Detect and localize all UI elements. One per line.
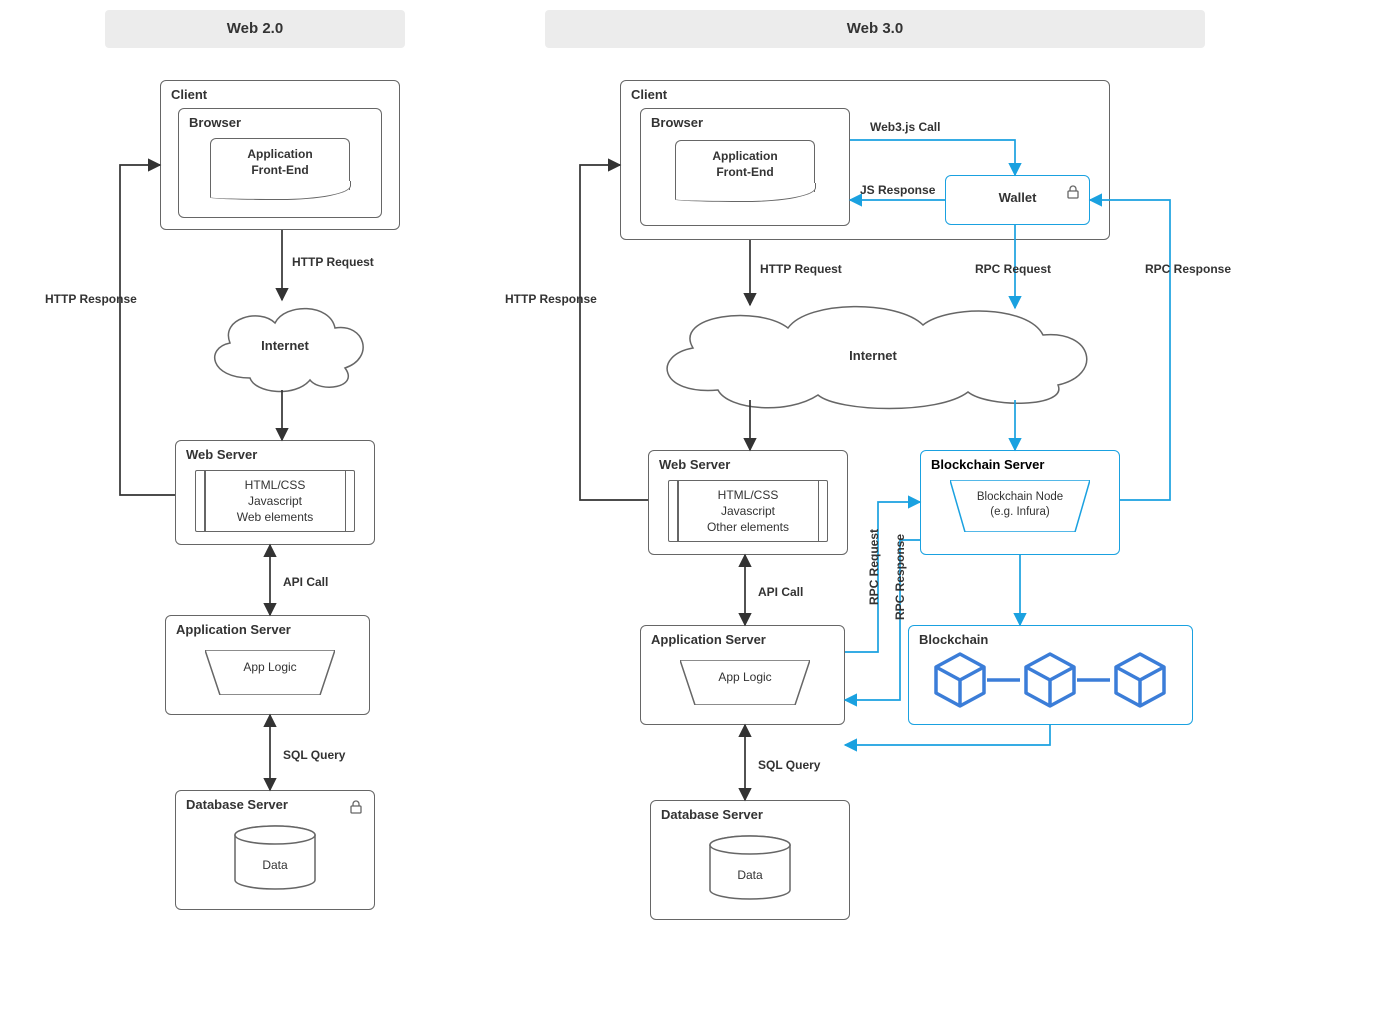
w3-browser-title: Browser <box>651 115 703 130</box>
w2-browser-title: Browser <box>189 115 241 130</box>
lock-icon <box>1065 184 1081 200</box>
lock-icon <box>348 799 364 815</box>
w2-http-req-label: HTTP Request <box>292 255 374 269</box>
w3-client-title: Client <box>631 87 667 102</box>
header-web2-label: Web 2.0 <box>227 20 283 37</box>
diagram-canvas: Web 2.0 Web 3.0 Client Browser Applicati… <box>0 0 1400 1015</box>
w3-appserver-title: Application Server <box>651 632 766 647</box>
w3-bcnode-trap: Blockchain Node (e.g. Infura) <box>950 480 1090 532</box>
w2-frontend-doc: Application Front-End <box>210 138 350 190</box>
w3-bcnode-l2: (e.g. Infura) <box>990 506 1049 518</box>
w3-applogic-trap: App Logic <box>680 660 810 705</box>
w2-api-label: API Call <box>283 575 328 589</box>
w3-web3js-label: Web3.js Call <box>870 120 940 134</box>
w3-ws-l2: Javascript <box>721 504 775 518</box>
w2-applogic-trap: App Logic <box>205 650 335 695</box>
w3-ws-l1: HTML/CSS <box>718 488 779 502</box>
w3-webserver-inner: HTML/CSS Javascript Other elements <box>668 480 828 542</box>
header-web2: Web 2.0 <box>105 10 405 48</box>
w2-data-label: Data <box>225 858 325 872</box>
w3-bc-title: Blockchain <box>919 632 988 647</box>
w3-applogic-label: App Logic <box>680 660 810 686</box>
w3-sql-label: SQL Query <box>758 758 820 772</box>
w3-data-label: Data <box>700 868 800 882</box>
w2-webserver-title: Web Server <box>186 447 257 462</box>
w2-frontend-l1: Application <box>247 147 312 161</box>
w3-ws-l3: Other elements <box>707 520 789 534</box>
w3-dbserver-title: Database Server <box>661 807 763 822</box>
w3-wallet-box: Wallet <box>945 175 1090 225</box>
w3-wallet-label: Wallet <box>999 190 1037 205</box>
w3-rpc-req-label: RPC Request <box>975 262 1051 276</box>
w3-http-res-label: HTTP Response <box>505 292 597 306</box>
w2-sql-label: SQL Query <box>283 748 345 762</box>
w2-appserver-title: Application Server <box>176 622 291 637</box>
w2-webserver-inner: HTML/CSS Javascript Web elements <box>195 470 355 532</box>
w3-rpc-req2-label: RPC Request <box>867 529 881 605</box>
w2-ws-l3: Web elements <box>237 510 313 524</box>
w2-db-cyl: Data <box>225 825 325 890</box>
header-web3: Web 3.0 <box>545 10 1205 48</box>
w3-db-cyl: Data <box>700 835 800 900</box>
w3-frontend-l1: Application <box>712 149 777 163</box>
w2-client-title: Client <box>171 87 207 102</box>
w3-rpc-res-label: RPC Response <box>1145 262 1231 276</box>
w3-http-req-label: HTTP Request <box>760 262 842 276</box>
w3-api-label: API Call <box>758 585 803 599</box>
header-web3-label: Web 3.0 <box>847 20 903 37</box>
w2-ws-l1: HTML/CSS <box>245 478 306 492</box>
w2-frontend-l2: Front-End <box>251 163 308 177</box>
w3-webserver-title: Web Server <box>659 457 730 472</box>
w3-rpc-res2-label: RPC Response <box>893 534 907 620</box>
blockchain-icon <box>930 650 1170 710</box>
w2-ws-l2: Javascript <box>248 494 302 508</box>
w2-dbserver-title: Database Server <box>186 797 288 812</box>
w3-frontend-doc: Application Front-End <box>675 140 815 192</box>
w3-jsres-label: JS Response <box>860 183 935 197</box>
w3-internet-label: Internet <box>648 300 1098 410</box>
w3-bcnode-l1: Blockchain Node <box>977 491 1063 503</box>
w3-bcserver-title: Blockchain Server <box>931 457 1044 472</box>
w2-internet-label: Internet <box>200 298 370 393</box>
w2-http-res-label: HTTP Response <box>45 292 137 306</box>
w3-frontend-l2: Front-End <box>716 165 773 179</box>
w2-applogic-label: App Logic <box>205 650 335 676</box>
w3-internet-cloud: Internet <box>648 300 1098 410</box>
w2-internet-cloud: Internet <box>200 298 370 393</box>
